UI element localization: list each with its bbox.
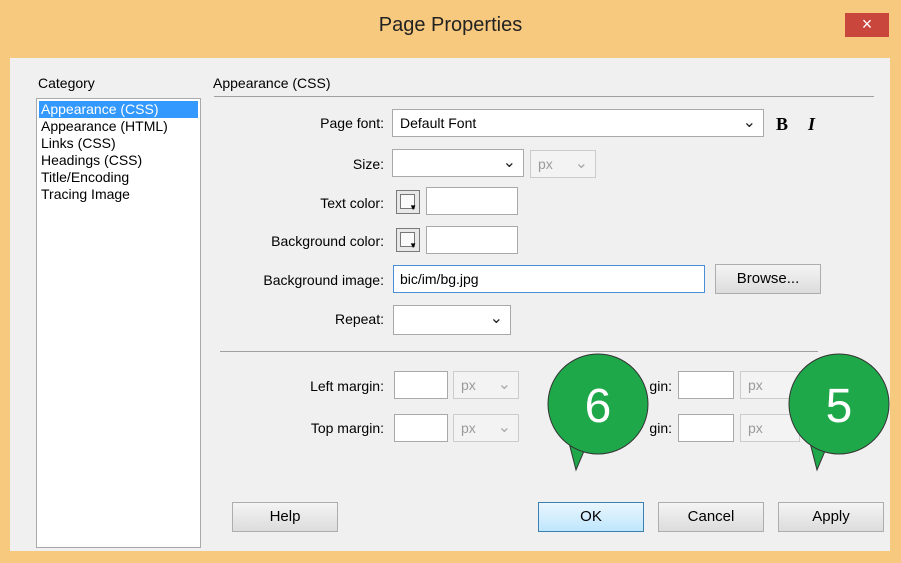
cancel-button[interactable]: Cancel	[658, 502, 764, 532]
text-color-label: Text color:	[320, 195, 384, 211]
background-image-label: Background image:	[263, 272, 384, 288]
category-list[interactable]: Appearance (CSS) Appearance (HTML) Links…	[36, 98, 201, 548]
right-margin-unit: px	[748, 377, 763, 393]
bottom-margin-input[interactable]	[678, 414, 734, 442]
category-item-title-encoding[interactable]: Title/Encoding	[41, 169, 129, 186]
background-color-input[interactable]	[426, 226, 518, 254]
left-margin-input[interactable]	[394, 371, 448, 399]
top-margin-input[interactable]	[394, 414, 448, 442]
margins-divider	[220, 351, 818, 352]
left-margin-unit: px	[461, 377, 476, 393]
dialog-body: Category Appearance (CSS) Appearance (HT…	[10, 58, 890, 551]
size-unit-select[interactable]: px ⌄	[530, 150, 596, 178]
category-item-links-css[interactable]: Links (CSS)	[41, 135, 116, 152]
apply-button[interactable]: Apply	[778, 502, 884, 532]
background-color-label: Background color:	[271, 233, 384, 249]
section-divider	[214, 96, 874, 97]
text-color-picker[interactable]: ▼	[396, 190, 420, 214]
help-button[interactable]: Help	[232, 502, 338, 532]
chevron-down-icon: ⌄	[497, 419, 511, 436]
repeat-select[interactable]: ⌄	[393, 305, 511, 335]
step-6-number: 6	[585, 380, 612, 433]
top-margin-unit: px	[461, 420, 476, 436]
title-bar: Page Properties ×	[0, 0, 901, 58]
background-image-input[interactable]: bic/im/bg.jpg	[393, 265, 705, 293]
dropdown-arrow-icon: ▼	[409, 241, 417, 250]
category-heading: Category	[38, 75, 95, 91]
section-title: Appearance (CSS)	[213, 75, 331, 91]
dropdown-arrow-icon: ▼	[409, 203, 417, 212]
page-font-select[interactable]: Default Font ⌄	[392, 109, 764, 137]
chevron-down-icon: ⌄	[497, 376, 511, 393]
step-5-number: 5	[826, 380, 853, 433]
top-margin-label: Top margin:	[310, 420, 384, 436]
category-item-appearance-css[interactable]: Appearance (CSS)	[39, 101, 198, 118]
chevron-down-icon: ⌄	[742, 114, 756, 131]
chevron-down-icon: ⌄	[502, 154, 516, 171]
size-select[interactable]: ⌄	[392, 149, 524, 177]
italic-button[interactable]: I	[808, 114, 815, 135]
chevron-down-icon: ⌄	[489, 310, 503, 327]
size-unit-value: px	[538, 156, 553, 172]
page-properties-dialog: Page Properties × Category Appearance (C…	[0, 0, 901, 563]
browse-button[interactable]: Browse...	[715, 264, 821, 294]
left-margin-label: Left margin:	[310, 378, 384, 394]
repeat-label: Repeat:	[334, 311, 384, 327]
category-item-tracing-image[interactable]: Tracing Image	[41, 186, 130, 203]
dialog-title: Page Properties	[378, 14, 523, 36]
text-color-input[interactable]	[426, 187, 518, 215]
page-font-label: Page font:	[320, 115, 384, 131]
chevron-down-icon: ⌄	[574, 155, 588, 172]
close-button[interactable]: ×	[845, 13, 889, 37]
background-image-value: bic/im/bg.jpg	[400, 271, 479, 287]
step-6-badge: 6	[547, 353, 649, 472]
top-margin-unit-select[interactable]: px ⌄	[453, 414, 519, 442]
background-color-picker[interactable]: ▼	[396, 228, 420, 252]
category-item-headings-css[interactable]: Headings (CSS)	[41, 152, 142, 169]
bold-button[interactable]: B	[776, 114, 788, 135]
page-font-value: Default Font	[400, 115, 477, 131]
left-margin-unit-select[interactable]: px ⌄	[453, 371, 519, 399]
category-item-appearance-html[interactable]: Appearance (HTML)	[41, 118, 168, 135]
right-margin-input[interactable]	[678, 371, 734, 399]
ok-button[interactable]: OK	[538, 502, 644, 532]
size-label: Size:	[352, 156, 384, 172]
step-5-badge: 5	[788, 353, 890, 472]
bottom-margin-unit: px	[748, 420, 763, 436]
